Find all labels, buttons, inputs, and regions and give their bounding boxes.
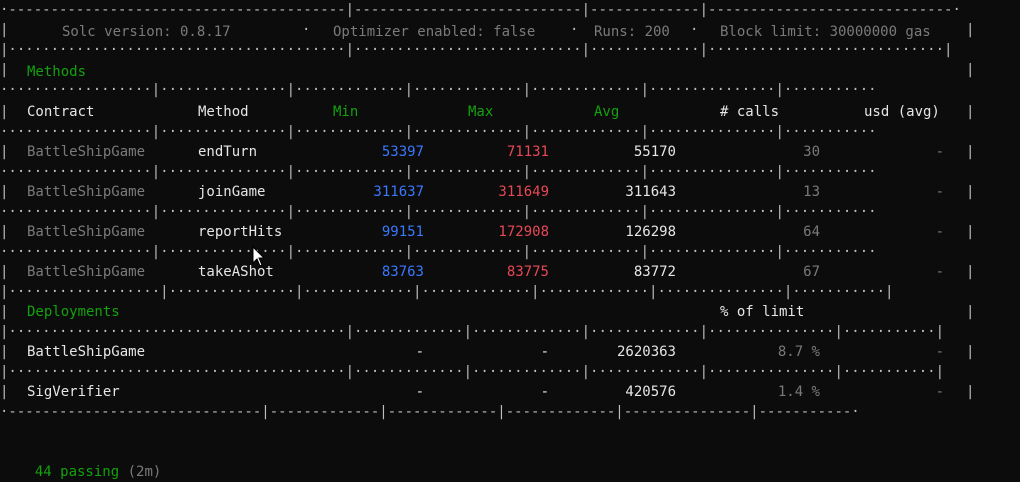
min-gas: 311637 <box>373 184 424 200</box>
table-border: · <box>690 22 699 38</box>
table-divider: ··················|···············|·····… <box>0 164 877 180</box>
table-border: | <box>966 384 975 400</box>
table-divider: ··················|···············|·····… <box>0 244 877 260</box>
table-border: | <box>0 184 9 200</box>
methods-section-label: Methods <box>27 64 87 80</box>
optimizer-status: Optimizer enabled: false <box>333 24 536 40</box>
table-divider: |··················|···············|····… <box>0 284 894 300</box>
call-count: 64 <box>803 224 820 240</box>
column-header-method: Method <box>198 104 249 120</box>
table-border: | <box>966 304 975 320</box>
min-gas: 53397 <box>381 144 424 160</box>
contract-name: BattleShipGame <box>27 224 146 240</box>
usd-avg: - <box>935 184 944 200</box>
max-gas: 172908 <box>498 224 549 240</box>
table-border: | <box>966 224 975 240</box>
table-border-bottom: ·------------------------------|--------… <box>0 404 860 420</box>
table-border: | <box>0 264 9 280</box>
column-header-max: Max <box>468 104 494 120</box>
usd-avg: - <box>935 144 944 160</box>
column-header-usd: usd (avg) <box>864 104 940 120</box>
deployment-limit-percent: 8.7 % <box>777 344 820 360</box>
mouse-cursor-icon <box>252 246 266 267</box>
table-border: | <box>966 62 975 78</box>
table-divider: |·······································… <box>0 364 945 380</box>
table-border: · <box>570 22 579 38</box>
avg-gas: 83772 <box>633 264 676 280</box>
avg-gas: 311643 <box>625 184 676 200</box>
table-border: | <box>966 184 975 200</box>
avg-gas: 126298 <box>625 224 676 240</box>
test-duration: (2m) <box>127 464 162 480</box>
method-name: reportHits <box>198 224 283 240</box>
table-border: | <box>966 22 975 38</box>
contract-name: BattleShipGame <box>27 264 146 280</box>
table-border: | <box>966 344 975 360</box>
column-header-calls: # calls <box>720 104 780 120</box>
max-gas: 83775 <box>506 264 549 280</box>
deployment-min: - <box>415 344 424 360</box>
deployment-usd: - <box>935 384 944 400</box>
table-border: | <box>0 304 9 320</box>
deployment-usd: - <box>935 344 944 360</box>
table-border: | <box>0 384 9 400</box>
runs-count: Runs: 200 <box>594 24 670 40</box>
call-count: 13 <box>803 184 820 200</box>
block-limit: Block limit: 30000000 gas <box>720 24 931 40</box>
table-divider: ··················|···············|·····… <box>0 124 877 140</box>
table-border: | <box>966 104 975 120</box>
percent-of-limit-header: % of limit <box>720 304 805 320</box>
method-name: joinGame <box>198 184 266 200</box>
solc-version: Solc version: 0.8.17 <box>62 24 231 40</box>
table-border: | <box>966 144 975 160</box>
max-gas: 71131 <box>506 144 549 160</box>
table-border: | <box>966 264 975 280</box>
table-border: · <box>302 22 311 38</box>
usd-avg: - <box>935 264 944 280</box>
table-divider: ··················|···············|·····… <box>0 204 877 220</box>
max-gas: 311649 <box>498 184 549 200</box>
table-border-top: ·---------------------------------------… <box>0 2 961 18</box>
deployment-contract: SigVerifier <box>27 384 120 400</box>
column-header-avg: Avg <box>594 104 620 120</box>
min-gas: 99151 <box>381 224 424 240</box>
deployment-max: - <box>540 344 549 360</box>
column-header-contract: Contract <box>27 104 95 120</box>
deployment-contract: BattleShipGame <box>27 344 146 360</box>
avg-gas: 55170 <box>633 144 676 160</box>
test-summary: 44 passing (2m) <box>18 442 161 482</box>
method-name: endTurn <box>198 144 258 160</box>
table-border: | <box>0 344 9 360</box>
deployment-avg: 2620363 <box>616 344 676 360</box>
deployments-section-label: Deployments <box>27 304 120 320</box>
table-border: | <box>0 224 9 240</box>
contract-name: BattleShipGame <box>27 144 146 160</box>
usd-avg: - <box>935 224 944 240</box>
table-divider: |·······································… <box>0 42 953 58</box>
table-border: | <box>0 62 9 78</box>
call-count: 30 <box>803 144 820 160</box>
table-border: | <box>0 144 9 160</box>
call-count: 67 <box>803 264 820 280</box>
table-divider: |·······································… <box>0 324 945 340</box>
passing-count: 44 passing <box>34 464 120 480</box>
table-border: | <box>0 104 9 120</box>
min-gas: 83763 <box>381 264 424 280</box>
deployment-max: - <box>540 384 549 400</box>
table-divider: ··················|···············|·····… <box>0 82 877 98</box>
contract-name: BattleShipGame <box>27 184 146 200</box>
column-header-min: Min <box>333 104 359 120</box>
table-border: | <box>0 22 9 38</box>
deployment-avg: 420576 <box>625 384 676 400</box>
deployment-min: - <box>415 384 424 400</box>
deployment-limit-percent: 1.4 % <box>777 384 820 400</box>
